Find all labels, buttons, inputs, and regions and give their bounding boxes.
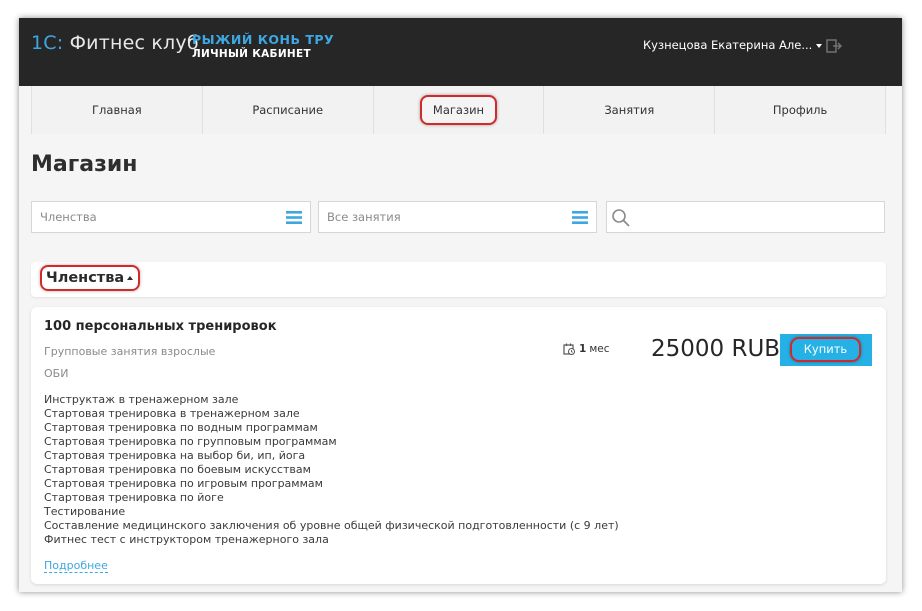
product-title: 100 персональных тренировок xyxy=(44,319,277,334)
nav-item-label: Занятия xyxy=(604,103,655,117)
nav-item-shop[interactable]: Магазин xyxy=(374,86,545,134)
nav-item-label: Расписание xyxy=(252,103,324,117)
nav-item-profile[interactable]: Профиль xyxy=(715,86,886,134)
nav-item-label: Магазин xyxy=(419,95,498,125)
service-item: Стартовая тренировка по боевым искусства… xyxy=(44,463,311,476)
page-title: Магазин xyxy=(31,152,138,177)
logout-icon[interactable] xyxy=(825,37,843,55)
section-title-text: Членства xyxy=(46,270,125,286)
services-list: Инструктаж в тренажерном зале Стартовая … xyxy=(44,393,619,547)
buy-button-label: Купить xyxy=(790,337,861,362)
search-input[interactable] xyxy=(633,204,881,230)
app-logo[interactable]: 1С: Фитнес клуб xyxy=(31,32,199,54)
product-card: 100 персональных тренировок Групповые за… xyxy=(31,307,886,584)
activity-select-value: Все занятия xyxy=(327,210,401,224)
service-item: Тестирование xyxy=(44,505,126,518)
calendar-clock-icon xyxy=(563,343,575,355)
nav-item-label: Главная xyxy=(92,103,142,117)
service-item: Стартовая тренировка на выбор би, ип, йо… xyxy=(44,449,306,462)
nav-item-label: Профиль xyxy=(772,103,828,117)
category-select[interactable]: Членства xyxy=(31,201,311,233)
service-item: Стартовая тренировка в тренажерном зале xyxy=(44,407,300,420)
product-price: 25000 RUB xyxy=(651,336,781,362)
logo-prefix: 1С: xyxy=(31,32,64,54)
nav-item-schedule[interactable]: Расписание xyxy=(203,86,374,134)
chevron-down-icon xyxy=(816,43,823,48)
service-item: Инструктаж в тренажерном зале xyxy=(44,393,239,406)
nav-item-classes[interactable]: Занятия xyxy=(544,86,716,134)
menu-icon[interactable] xyxy=(286,211,302,224)
app-header: 1С: Фитнес клуб РЫЖИЙ КОНЬ ТРУ ЛИЧНЫЙ КА… xyxy=(19,18,902,86)
buy-button[interactable]: Купить xyxy=(780,334,872,366)
section-header: Членства xyxy=(31,262,886,297)
duration-value: 1 xyxy=(579,343,587,355)
search-box xyxy=(606,201,885,233)
service-item: Стартовая тренировка по йоге xyxy=(44,491,224,504)
product-location: ОБИ xyxy=(44,367,69,380)
club-name: РЫЖИЙ КОНЬ ТРУ xyxy=(192,32,335,47)
user-menu[interactable]: Кузнецова Екатерина Але... xyxy=(643,38,823,52)
club-subtitle: ЛИЧНЫЙ КАБИНЕТ xyxy=(192,48,311,60)
main-nav: Главная Расписание Магазин Занятия Профи… xyxy=(31,86,886,134)
user-name: Кузнецова Екатерина Але... xyxy=(643,38,813,52)
service-item: Фитнес тест с инструктором тренажерного … xyxy=(44,533,329,546)
service-item: Стартовая тренировка по групповым програ… xyxy=(44,435,337,448)
category-select-value: Членства xyxy=(40,210,97,224)
more-link[interactable]: Подробнее xyxy=(44,559,108,573)
menu-icon[interactable] xyxy=(572,211,588,224)
section-toggle[interactable]: Членства xyxy=(40,265,141,291)
search-icon xyxy=(612,209,630,227)
product-group: Групповые занятия взрослые xyxy=(44,345,216,358)
logo-text: Фитнес клуб xyxy=(69,32,199,54)
service-item: Составление медицинского заключения об у… xyxy=(44,519,619,532)
nav-item-home[interactable]: Главная xyxy=(32,86,203,134)
activity-select[interactable]: Все занятия xyxy=(318,201,597,233)
duration: 1 мес xyxy=(563,343,609,355)
caret-up-icon xyxy=(127,276,134,280)
service-item: Стартовая тренировка по водным программа… xyxy=(44,421,318,434)
service-item: Стартовая тренировка по игровым программ… xyxy=(44,477,323,490)
duration-unit: мес xyxy=(589,343,610,355)
app-window: 1С: Фитнес клуб РЫЖИЙ КОНЬ ТРУ ЛИЧНЫЙ КА… xyxy=(19,18,902,592)
